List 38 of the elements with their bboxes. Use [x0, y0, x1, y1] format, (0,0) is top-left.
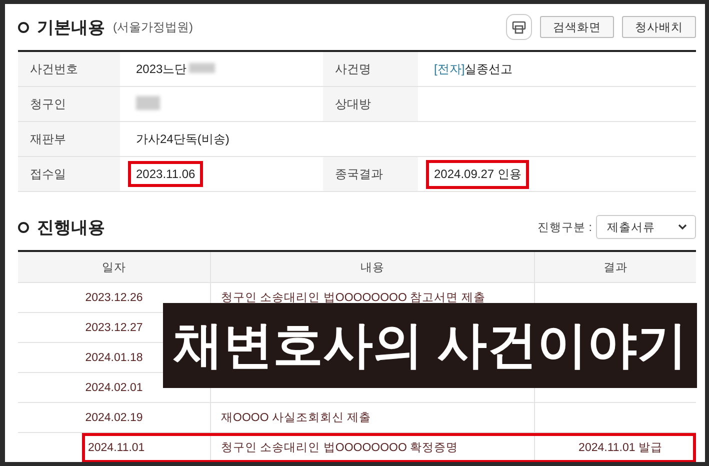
section-title: 기본내용: [37, 16, 105, 38]
field-value: 가사24단독(비송): [135, 130, 230, 148]
table-cell-text: 청구인 소송대리인 법OOOOOOOO 참고서면 제출: [221, 291, 486, 305]
table-cell: 2024.11.01: [88, 442, 145, 454]
field-label: 청구인: [30, 96, 66, 112]
field-value: [전자]실종선고: [433, 60, 514, 78]
toolbar-button[interactable]: 검색화면: [540, 16, 614, 38]
bullet-icon: [18, 222, 29, 232]
column-header: 결과: [604, 260, 628, 274]
filter-dropdown[interactable]: 제출서류: [596, 215, 696, 239]
table-cell: 2024.01.18: [85, 352, 143, 364]
table-cell-text: 2024.11.01 발급: [578, 441, 662, 455]
field-value: 2024.09.27 인용: [426, 160, 530, 188]
field-label: 재판부: [30, 130, 66, 148]
field-label: 종국결과: [335, 166, 383, 182]
court-name: (서울가정법원): [113, 18, 193, 36]
overlay-banner: 채변호사의 사건이야기: [163, 303, 697, 388]
table-cell-text: 청구인 소송대리인 법OOOOOOOO 확정증명: [221, 441, 458, 455]
column-header: 일자: [102, 260, 126, 274]
table-cell: 2023.12.27: [85, 322, 143, 334]
field-value: 2023.11.06: [128, 161, 204, 187]
field-label: 상대방: [335, 96, 371, 112]
chevron-down-icon: [678, 224, 687, 230]
toolbar-button[interactable]: 청사배치: [622, 16, 696, 38]
field-label: 사건명: [335, 60, 371, 78]
table-cell-text: 재OOOO 사실조회회신 제출: [221, 411, 372, 425]
field-label: 사건번호: [30, 60, 78, 78]
bullet-icon: [18, 22, 29, 32]
field-label: 접수일: [30, 166, 66, 182]
table-cell: 2024.02.19: [85, 412, 143, 424]
column-header: 내용: [360, 260, 384, 274]
section-title: 진행내용: [37, 216, 105, 238]
field-value: 2023느단: [128, 54, 223, 84]
print-icon: [512, 20, 526, 34]
print-button[interactable]: [506, 14, 532, 40]
filter-label: 진행구분 :: [538, 220, 592, 234]
table-cell: 2024.02.01: [85, 382, 143, 394]
table-cell: 2023.12.26: [85, 292, 143, 304]
